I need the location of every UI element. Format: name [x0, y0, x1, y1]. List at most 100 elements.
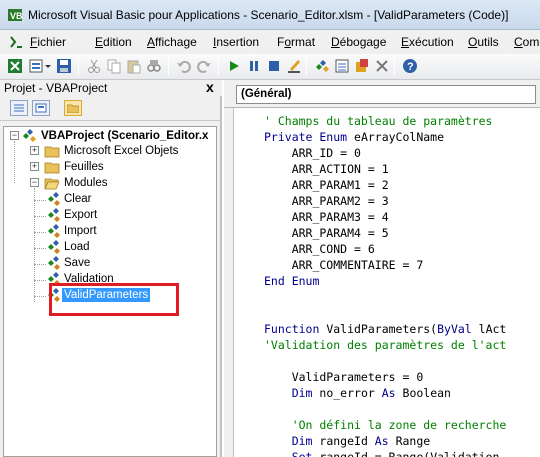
tree-node-module[interactable]: Load — [64, 240, 90, 254]
tree-node-module[interactable]: Save — [64, 256, 90, 270]
code-line: Function ValidParameters(ByVal lAct — [264, 322, 507, 336]
help-icon[interactable]: ? — [402, 58, 418, 74]
window-title: Microsoft Visual Basic pour Applications… — [28, 8, 509, 22]
code-line: ARR_COMMENTAIRE = 7 — [264, 258, 424, 272]
vba-app-icon: VB — [8, 9, 23, 21]
module-icon — [48, 256, 60, 270]
menu-fichier[interactable]: Fichier — [30, 35, 66, 49]
find-icon[interactable] — [146, 58, 162, 74]
vba-module-icon[interactable] — [8, 34, 24, 50]
code-line: Private Enum eArrayColName — [264, 130, 445, 144]
dropdown-arrow-icon[interactable] — [44, 58, 52, 74]
save-icon[interactable] — [56, 58, 72, 74]
project-explorer-header: Projet - VBAProject x — [0, 79, 222, 96]
close-panel-button[interactable]: x — [206, 79, 214, 95]
design-mode-icon[interactable] — [286, 58, 302, 74]
undo-icon[interactable] — [176, 58, 192, 74]
object-combo[interactable]: (Général) — [236, 85, 536, 104]
code-line: ARR_ACTION = 1 — [264, 162, 389, 176]
code-line: 'Validation des paramètres de l'act — [264, 338, 507, 352]
title-bar: VB Microsoft Visual Basic pour Applicati… — [0, 0, 540, 30]
view-code-icon — [14, 104, 24, 112]
menu-outils[interactable]: Outils — [468, 35, 499, 49]
code-line: ValidParameters = 0 — [264, 370, 424, 384]
view-object-button[interactable] — [32, 100, 50, 116]
code-editor[interactable]: ' Champs du tableau de paramètres Private… — [224, 113, 540, 457]
folder-icon — [67, 104, 79, 113]
menu-affichage[interactable]: Affichage — [147, 35, 197, 49]
toolbox-icon[interactable] — [374, 58, 390, 74]
code-line: End Enum — [264, 274, 320, 288]
code-line: 'On défini la zone de recherche — [264, 418, 507, 432]
excel-view-icon[interactable] — [7, 58, 23, 74]
paste-icon[interactable] — [126, 58, 142, 74]
svg-text:?: ? — [407, 61, 414, 73]
project-explorer-title: Projet - VBAProject — [4, 81, 108, 95]
stop-icon[interactable] — [266, 58, 282, 74]
tree-line — [34, 248, 46, 249]
vba-project-icon — [23, 129, 36, 142]
module-icon — [48, 224, 60, 238]
module-icon — [48, 192, 60, 206]
cut-icon[interactable] — [86, 58, 102, 74]
pause-icon[interactable] — [246, 58, 262, 74]
code-window: (Général) ' Champs du tableau de paramèt… — [224, 80, 540, 457]
highlight-box — [49, 283, 179, 316]
properties-icon[interactable] — [334, 58, 350, 74]
menu-edition[interactable]: Edition — [95, 35, 132, 49]
run-icon[interactable] — [226, 58, 242, 74]
tree-node-module[interactable]: Import — [64, 224, 97, 238]
object-browser-icon[interactable] — [354, 58, 370, 74]
module-icon — [48, 208, 60, 222]
code-line: Dim rangeId As Range — [291, 434, 431, 448]
redo-icon[interactable] — [196, 58, 212, 74]
expander-feuilles[interactable]: + — [30, 162, 39, 171]
toggle-folders-button[interactable] — [64, 100, 82, 116]
insert-module-icon[interactable] — [28, 58, 44, 74]
tree-line — [34, 216, 46, 217]
menu-insertion[interactable]: Insertion — [213, 35, 259, 49]
menu-debogage[interactable]: Débogage — [331, 35, 386, 49]
toolbar-separator — [78, 57, 79, 75]
expander-root[interactable]: − — [10, 131, 19, 140]
code-line: ARR_PARAM3 = 4 — [264, 210, 389, 224]
toolbar-separator — [306, 57, 307, 75]
expander-modules[interactable]: − — [30, 178, 39, 187]
tree-line — [34, 200, 46, 201]
menu-bar: Fichier Edition Affichage Insertion Form… — [0, 30, 540, 54]
view-code-button[interactable] — [10, 100, 28, 116]
folder-icon — [44, 162, 60, 174]
tree-node-modules[interactable]: Modules — [64, 176, 107, 190]
expander-excel-objects[interactable]: + — [30, 146, 39, 155]
menu-execution[interactable]: Exécution — [401, 35, 454, 49]
toolbar-separator — [218, 57, 219, 75]
tree-node-module[interactable]: Clear — [64, 192, 91, 206]
copy-icon[interactable] — [106, 58, 122, 74]
menu-format[interactable]: Format — [277, 35, 315, 49]
code-line: ARR_PARAM1 = 2 — [264, 178, 389, 192]
tree-line — [34, 232, 46, 233]
code-combo-bar: (Général) — [224, 80, 540, 108]
tree-node-vbaproject[interactable]: VBAProject (Scenario_Editor.x — [41, 129, 208, 143]
standard-toolbar: ? — [0, 54, 540, 80]
code-line: ARR_PARAM2 = 3 — [264, 194, 389, 208]
view-object-icon — [35, 103, 47, 113]
project-explorer-icon[interactable] — [314, 58, 330, 74]
project-explorer-panel: Projet - VBAProject x − VBAProject (Scen… — [0, 79, 222, 457]
tree-line — [34, 188, 35, 302]
code-line: ' Champs du tableau de paramètres — [264, 114, 493, 128]
code-line: ARR_PARAM4 = 5 — [264, 226, 389, 240]
toolbar-separator — [168, 57, 169, 75]
tree-node-module[interactable]: Export — [64, 208, 97, 222]
menu-compléments[interactable]: Com — [514, 35, 539, 49]
toolbar-separator — [394, 57, 395, 75]
tree-node-excel-objects[interactable]: Microsoft Excel Objets — [64, 144, 178, 158]
tree-line — [14, 141, 15, 183]
code-line: ARR_COND = 6 — [264, 242, 375, 256]
tree-line — [34, 296, 46, 297]
code-line: Dim no_error As Boolean — [291, 386, 451, 400]
tree-node-feuilles[interactable]: Feuilles — [64, 160, 104, 174]
tree-line — [34, 264, 46, 265]
code-line: Set rangeId = Range(Validation — [291, 450, 500, 457]
module-icon — [48, 240, 60, 254]
